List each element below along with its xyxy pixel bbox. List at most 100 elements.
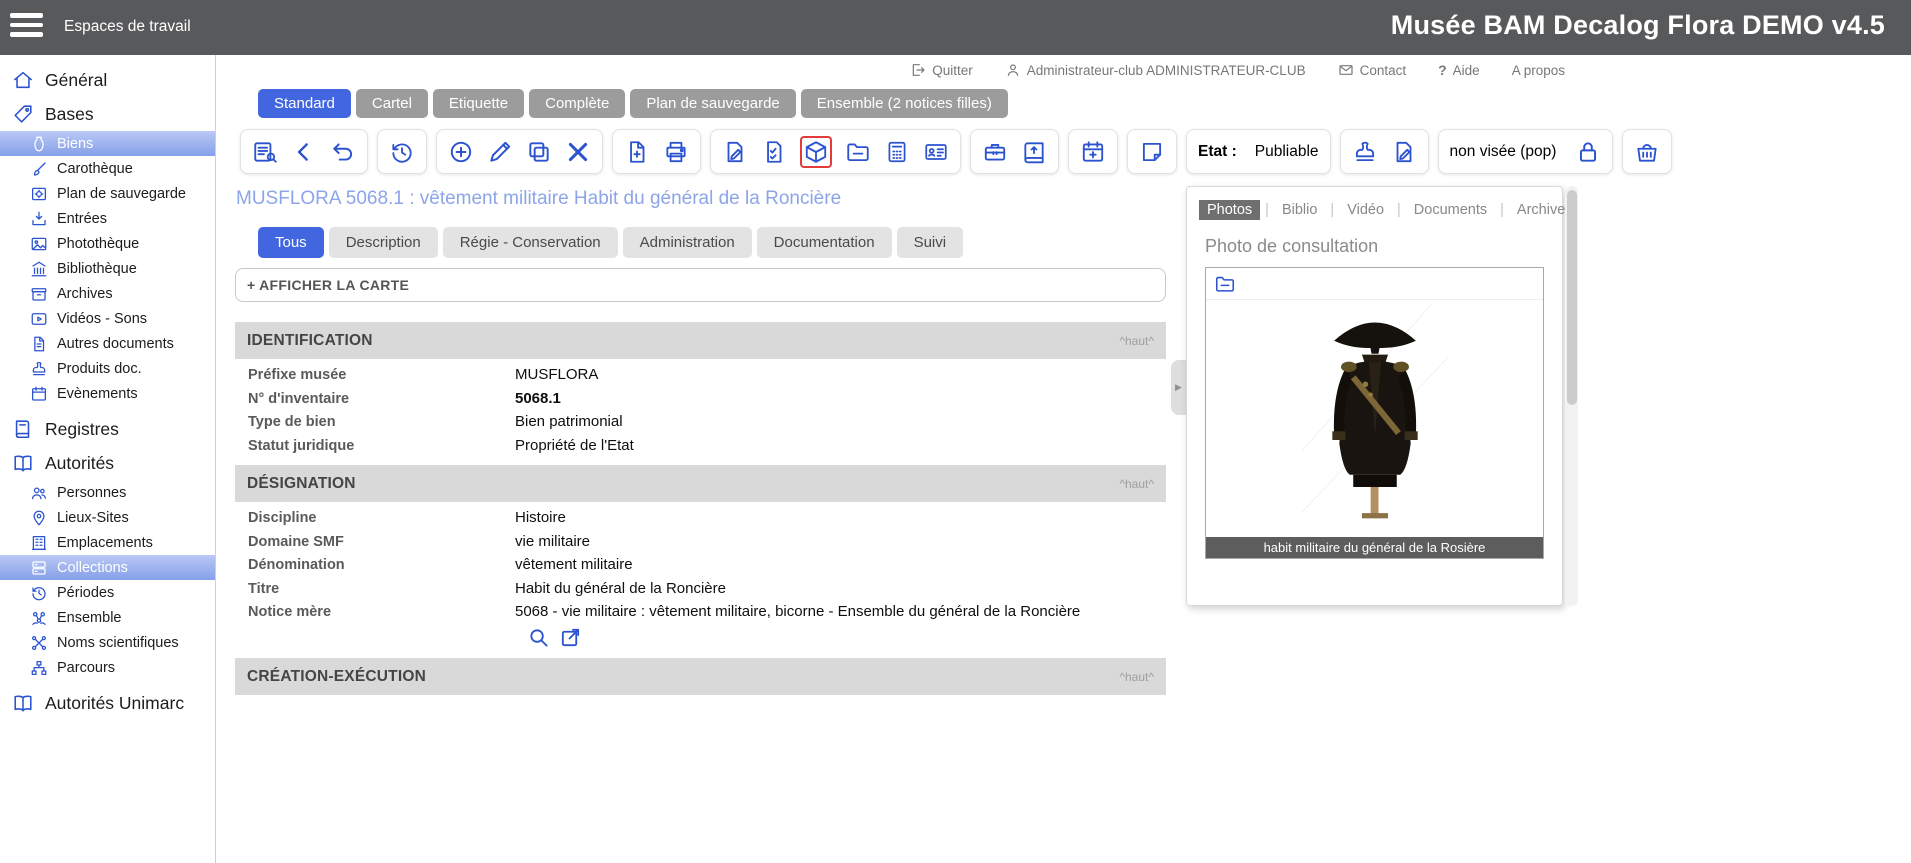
tab-biblio[interactable]: Biblio	[1274, 200, 1325, 220]
undo-arrow-icon	[330, 139, 356, 165]
show-card-expander[interactable]: + AFFICHER LA CARTE	[235, 268, 1166, 302]
tab-ensemble[interactable]: Ensemble (2 notices filles)	[801, 89, 1008, 118]
user-menu[interactable]: Administrateur-club ADMINISTRATEUR-CLUB	[1005, 62, 1306, 78]
sidebar-item-registres[interactable]: Registres	[0, 412, 215, 446]
brush-icon	[30, 160, 48, 178]
folder-button[interactable]	[845, 139, 871, 165]
sidebar-item-bibliotheque[interactable]: Bibliothèque	[0, 256, 215, 281]
tab-administration[interactable]: Administration	[623, 227, 752, 258]
print-button[interactable]	[663, 139, 689, 165]
scrollbar-thumb[interactable]	[1567, 190, 1577, 405]
id-card-button[interactable]	[923, 139, 949, 165]
help-button[interactable]: ? Aide	[1438, 62, 1480, 78]
open-book-icon	[12, 692, 34, 714]
sidebar-item-label: Plan de sauvegarde	[57, 186, 186, 202]
stamp-button[interactable]	[1352, 139, 1378, 165]
new-document-button[interactable]	[624, 139, 650, 165]
edit-button[interactable]	[487, 139, 513, 165]
sidebar-item-general[interactable]: Général	[0, 63, 215, 97]
sidebar-item-evenements[interactable]: Evènements	[0, 381, 215, 406]
workspace-label[interactable]: Espaces de travail	[64, 18, 191, 36]
sidebar-item-videos-sons[interactable]: Vidéos - Sons	[0, 306, 215, 331]
photo-folder-button[interactable]	[1214, 273, 1236, 295]
back-button[interactable]	[291, 139, 317, 165]
app-header: Espaces de travail Musée BAM Decalog Flo…	[0, 0, 1911, 55]
toolbar-group-edit	[436, 129, 603, 174]
summary-button[interactable]	[884, 139, 910, 165]
return-button[interactable]	[330, 139, 356, 165]
back-to-top-link[interactable]: ^haut^	[1119, 477, 1154, 491]
sidebar-item-parcours[interactable]: Parcours	[0, 655, 215, 680]
tab-suivi[interactable]: Suivi	[897, 227, 964, 258]
sidebar-item-emplacements[interactable]: Emplacements	[0, 530, 215, 555]
tab-tous[interactable]: Tous	[258, 227, 324, 258]
sidebar-item-produits-doc[interactable]: Produits doc.	[0, 356, 215, 381]
sidebar-item-bases[interactable]: Bases	[0, 97, 215, 131]
sidebar-item-periodes[interactable]: Périodes	[0, 580, 215, 605]
contact-button[interactable]: Contact	[1338, 62, 1407, 78]
delete-button[interactable]	[565, 139, 591, 165]
tab-documentation[interactable]: Documentation	[757, 227, 892, 258]
back-to-top-link[interactable]: ^haut^	[1119, 670, 1154, 684]
sidebar-item-biens[interactable]: Biens	[0, 131, 215, 156]
copy-record-button[interactable]	[722, 139, 748, 165]
section-header-designation: DÉSIGNATION ^haut^	[235, 465, 1166, 502]
add-button[interactable]	[448, 139, 474, 165]
note-button[interactable]	[1139, 139, 1165, 165]
history-button[interactable]	[389, 139, 415, 165]
back-to-top-link[interactable]: ^haut^	[1119, 334, 1154, 348]
tab-photos[interactable]: Photos	[1199, 200, 1260, 220]
toolbox-button[interactable]	[982, 139, 1008, 165]
register-button[interactable]	[1021, 139, 1047, 165]
sidebar-item-ensemble[interactable]: Ensemble	[0, 605, 215, 630]
package-button[interactable]	[803, 139, 829, 165]
sidebar-item-autorites-unimarc[interactable]: Autorités Unimarc	[0, 686, 215, 720]
field-label: Domaine SMF	[248, 533, 515, 550]
detail-view-button[interactable]	[252, 139, 278, 165]
about-button[interactable]: A propos	[1512, 63, 1565, 78]
sidebar-item-personnes[interactable]: Personnes	[0, 480, 215, 505]
lock-button[interactable]	[1575, 139, 1601, 165]
sidebar-item-label: Vidéos - Sons	[57, 311, 147, 327]
document-plus-icon	[624, 139, 650, 165]
note-icon	[1139, 139, 1165, 165]
sidebar-item-label: Personnes	[57, 485, 126, 501]
calendar-add-button[interactable]	[1080, 139, 1106, 165]
tab-etiquette[interactable]: Etiquette	[433, 89, 524, 118]
video-icon	[30, 310, 48, 328]
photo-image-area[interactable]	[1206, 300, 1543, 522]
sidebar-item-archives[interactable]: Archives	[0, 281, 215, 306]
sidebar-item-autres-documents[interactable]: Autres documents	[0, 331, 215, 356]
tab-documents[interactable]: Documents	[1406, 200, 1495, 220]
basket-button[interactable]	[1634, 139, 1660, 165]
sign-button[interactable]	[1391, 139, 1417, 165]
tab-plan-sauvegarde[interactable]: Plan de sauvegarde	[630, 89, 795, 118]
sidebar-item-lieux-sites[interactable]: Lieux-Sites	[0, 505, 215, 530]
document-check-icon	[761, 139, 787, 165]
search-parent-button[interactable]	[527, 626, 550, 649]
vertical-scrollbar[interactable]	[1565, 186, 1578, 606]
sidebar-item-noms-scientifiques[interactable]: Noms scientifiques	[0, 630, 215, 655]
hamburger-menu-icon[interactable]	[10, 13, 43, 37]
tab-description[interactable]: Description	[329, 227, 438, 258]
tab-complete[interactable]: Complète	[529, 89, 625, 118]
checklist-button[interactable]	[761, 139, 787, 165]
field-row: Statut juridique Propriété de l'Etat	[235, 437, 1166, 461]
quit-button[interactable]: Quitter	[910, 62, 973, 78]
panel-collapse-handle[interactable]: ▶	[1171, 360, 1186, 415]
tab-cartel[interactable]: Cartel	[356, 89, 428, 118]
sidebar-item-autorites[interactable]: Autorités	[0, 446, 215, 480]
sidebar-item-phototheque[interactable]: Photothèque	[0, 231, 215, 256]
sidebar: Général Bases Biens Carothèque Plan de s…	[0, 55, 216, 863]
open-parent-button[interactable]	[559, 626, 582, 649]
duplicate-button[interactable]	[526, 139, 552, 165]
sidebar-item-entrees[interactable]: Entrées	[0, 206, 215, 231]
tab-standard[interactable]: Standard	[258, 89, 351, 118]
sidebar-item-label: Entrées	[57, 211, 107, 227]
status-label: Etat :	[1198, 143, 1237, 161]
tab-video[interactable]: Vidéo	[1339, 200, 1392, 220]
sidebar-item-collections[interactable]: Collections	[0, 555, 215, 580]
sidebar-item-plan-sauvegarde[interactable]: Plan de sauvegarde	[0, 181, 215, 206]
tab-regie-conservation[interactable]: Régie - Conservation	[443, 227, 618, 258]
sidebar-item-carotheque[interactable]: Carothèque	[0, 156, 215, 181]
